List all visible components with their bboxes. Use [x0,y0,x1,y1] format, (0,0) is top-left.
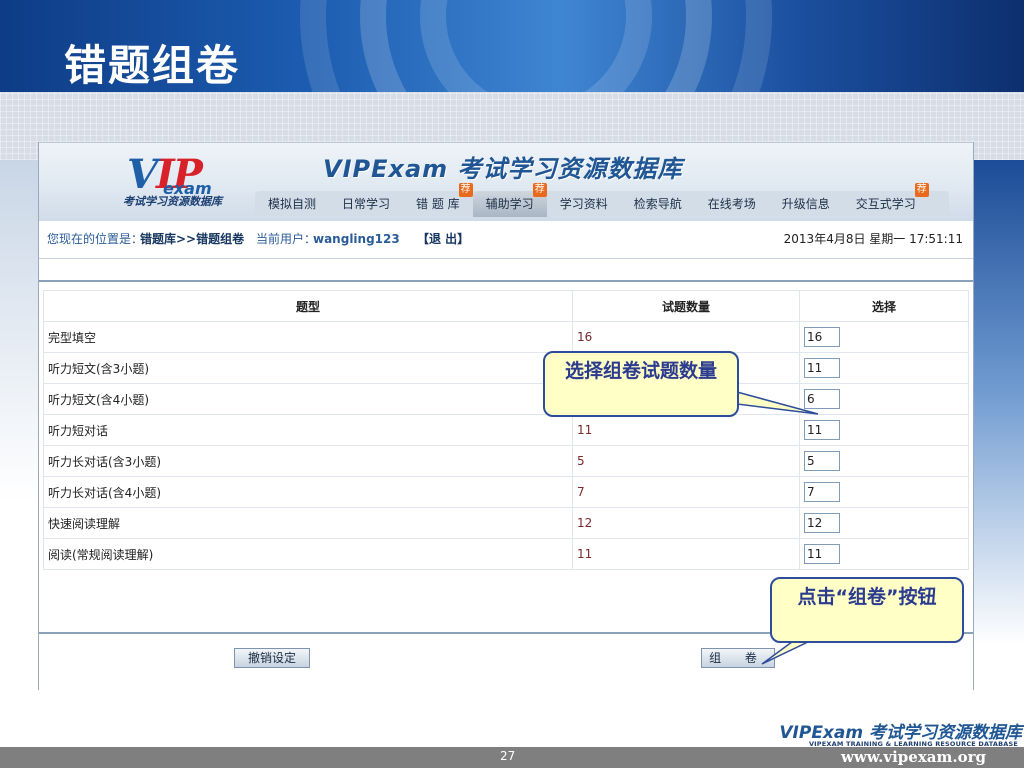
app-banner: VIP exam 考试学习资源数据库 VIPExam 考试学习资源数据库 模拟自… [39,142,973,221]
question-type: 听力短对话 [43,414,573,446]
table-row: 阅读(常规阅读理解) 11 [43,538,969,570]
slide-title: 错题组卷 [64,41,241,90]
nav-item-online-exam[interactable]: 在线考场 [695,191,769,217]
question-type: 听力短文(含4小题) [43,383,573,415]
page-number: 27 [500,749,516,763]
select-count-input[interactable] [804,327,840,347]
col-header-count: 试题数量 [572,290,800,322]
site-url: www.vipexam.org [840,748,986,766]
vip-logo-caption: 考试学习资源数据库 [123,195,222,208]
select-count-input[interactable] [804,513,840,533]
nav-item-interactive[interactable]: 交互式学习荐 [843,183,929,217]
col-header-type: 题型 [43,290,573,322]
select-cell [799,321,969,353]
decor-edge-right [972,160,1024,730]
question-count: 11 [572,538,800,570]
select-cell [799,445,969,477]
question-type: 听力长对话(含3小题) [43,445,573,477]
select-cell [799,383,969,415]
main-nav: 模拟自测 日常学习 错 题 库荐 辅助学习荐 学习资料 检索导航 在线考场 升级… [255,183,949,217]
recommend-badge: 荐 [532,183,547,197]
decor-edge-left [0,160,38,730]
recommend-badge: 荐 [458,183,473,197]
breadcrumb[interactable]: 错题库>>错题组卷 [140,228,244,250]
callout-click-compose: 点击“组卷”按钮 [770,577,964,643]
question-count: 11 [572,414,800,446]
select-cell [799,352,969,384]
cancel-settings-button[interactable]: 撤销设定 [234,648,310,668]
datetime: 2013年4月8日 星期一 17:51:11 [783,232,963,246]
divider [39,258,973,259]
current-user-label: 当前用户： [256,232,317,246]
table-row: 听力短文(含3小题) 11 [43,352,969,384]
location-label: 您现在的位置是： [47,232,144,246]
question-count: 7 [572,476,800,508]
nav-item-search-nav[interactable]: 检索导航 [621,191,695,217]
select-cell [799,476,969,508]
table-row: 快速阅读理解 12 [43,507,969,539]
question-type: 听力短文(含3小题) [43,352,573,384]
table-row: 听力长对话(含3小题) 5 [43,445,969,477]
divider [39,280,973,282]
question-type: 完型填空 [43,321,573,353]
table-row: 完型填空 16 [43,321,969,353]
question-type: 快速阅读理解 [43,507,573,539]
nav-item-upgrade-info[interactable]: 升级信息 [769,191,843,217]
recommend-badge: 荐 [914,183,929,197]
question-count: 16 [572,321,800,353]
location-bar: 您现在的位置是： 错题库>>错题组卷 当前用户： wangling123 【退 … [39,228,973,250]
select-count-input[interactable] [804,389,840,409]
table-row: 听力短对话 11 [43,414,969,446]
logout-link[interactable]: 【退 出】 [417,228,469,250]
question-type-table: 题型 试题数量 选择 完型填空 16 听力短文(含3小题) 11 听力短文(含4… [43,290,969,570]
nav-item-assisted-study[interactable]: 辅助学习荐 [472,183,547,217]
table-row: 听力长对话(含4小题) 7 [43,476,969,508]
question-count: 12 [572,507,800,539]
nav-item-wrong-bank[interactable]: 错 题 库荐 [403,183,473,217]
question-type: 听力长对话(含4小题) [43,476,573,508]
nav-item-daily-study[interactable]: 日常学习 [329,191,403,217]
slide-header: 错题组卷 [0,0,1024,160]
question-count: 5 [572,445,800,477]
select-count-input[interactable] [804,482,840,502]
table-row: 听力短文(含4小题) 6 [43,383,969,415]
select-count-input[interactable] [804,420,840,440]
select-cell [799,414,969,446]
select-count-input[interactable] [804,451,840,471]
select-count-input[interactable] [804,358,840,378]
nav-item-mock-test[interactable]: 模拟自测 [255,191,329,217]
nav-item-materials[interactable]: 学习资料 [547,191,621,217]
callout-select-count: 选择组卷试题数量 [543,351,739,417]
compose-paper-button[interactable]: 组 卷 [701,648,775,668]
database-title: VIPExam 考试学习资源数据库 [323,155,683,183]
col-header-select: 选择 [799,290,969,322]
table-header-row: 题型 试题数量 选择 [43,290,969,322]
select-cell [799,507,969,539]
select-cell [799,538,969,570]
current-user: wangling123 [313,232,400,246]
question-type: 阅读(常规阅读理解) [43,538,573,570]
select-count-input[interactable] [804,544,840,564]
